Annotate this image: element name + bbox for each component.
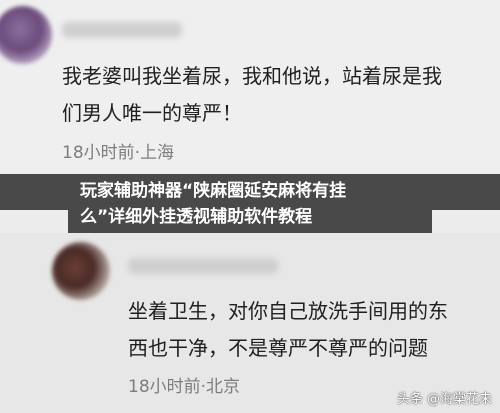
username-redacted [62,22,182,38]
banner-right-fill [432,174,500,210]
avatar[interactable] [52,242,110,300]
title-banner: 玩家辅助神器“陕麻圈延安麻将有挂 么”详细外挂透视辅助软件教程 [68,174,432,234]
comment-meta: 18小时前·北京 [128,377,241,397]
comment-card-2: 坐着卫生，对你自己放洗手间用的东 西也干净，不是尊严不尊严的问题 18小时前·北… [0,233,500,413]
comment-meta: 18小时前·上海 [62,143,175,163]
avatar[interactable] [0,6,52,64]
comment-text: 我老婆叫我坐着尿，我和他说，站着尿是我 们男人唯一的尊严！ [62,58,482,132]
comment-text: 坐着卫生，对你自己放洗手间用的东 西也干净，不是尊严不尊严的问题 [128,293,488,367]
comment-line: 坐着卫生，对你自己放洗手间用的东 [128,299,448,323]
title-line: 玩家辅助神器“陕麻圈延安麻将有挂 [80,181,347,201]
comment-line: 西也干净，不是尊严不尊严的问题 [128,336,428,360]
watermark: 头条 @海棠花未 [396,392,492,407]
title-line: 么”详细外挂透视辅助软件教程 [80,207,313,227]
comment-card-1: 我老婆叫我坐着尿，我和他说，站着尿是我 们男人唯一的尊严！ 18小时前·上海 [0,0,500,172]
comment-line: 们男人唯一的尊严！ [62,101,242,125]
username-redacted [128,258,278,274]
banner-left-fill [0,174,68,210]
comment-line: 我老婆叫我坐着尿，我和他说，站着尿是我 [62,64,442,88]
